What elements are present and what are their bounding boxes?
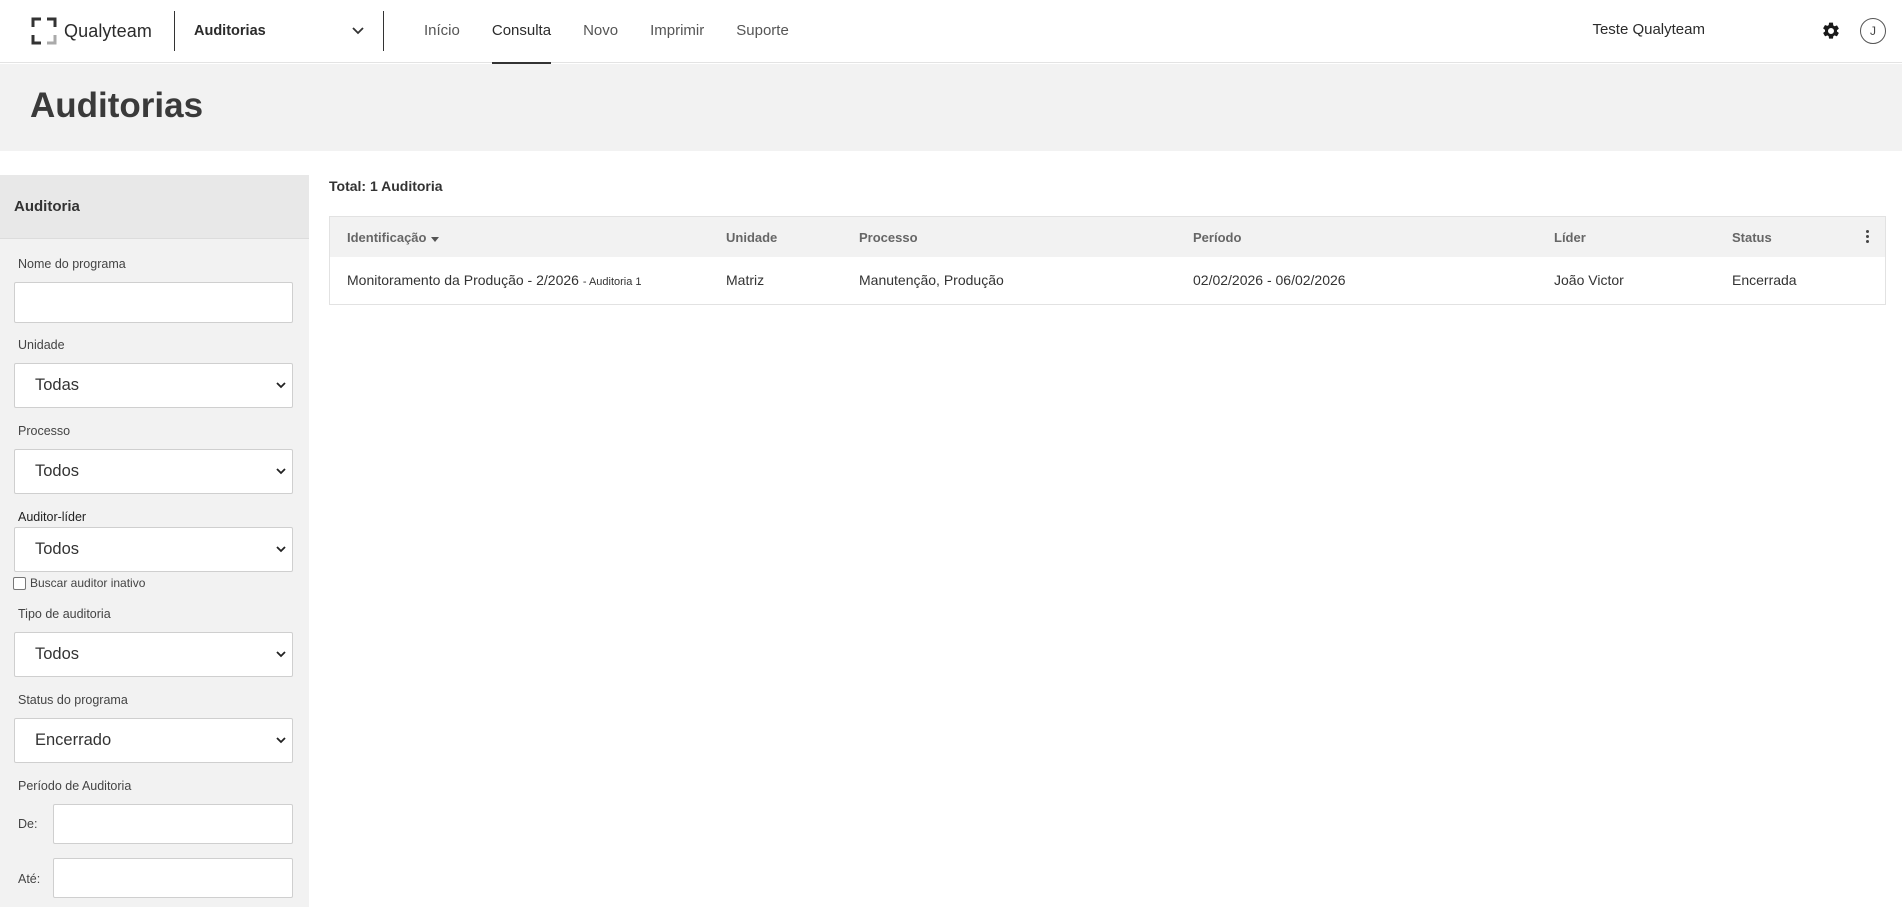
- nav-suporte[interactable]: Suporte: [736, 0, 789, 63]
- column-lider[interactable]: Líder: [1554, 230, 1586, 245]
- divider: [383, 11, 384, 51]
- nav-inicio[interactable]: Início: [424, 0, 460, 63]
- audit-period-label: Período de Auditoria: [18, 779, 132, 793]
- cell-period: 02/02/2026 - 06/02/2026: [1193, 272, 1346, 288]
- nav-novo[interactable]: Novo: [583, 0, 618, 63]
- column-identificacao[interactable]: Identificação: [347, 230, 426, 245]
- nav-consulta[interactable]: Consulta: [491, 0, 552, 64]
- column-unidade[interactable]: Unidade: [726, 230, 777, 245]
- chevron-down-icon: [276, 468, 286, 475]
- process-select-value: Todos: [35, 462, 80, 480]
- program-status-label: Status do programa: [18, 693, 128, 707]
- identification-sub: - Auditoria 1: [582, 276, 642, 288]
- process-label: Processo: [18, 424, 71, 438]
- module-label: Auditorias: [194, 23, 266, 39]
- kebab-menu-icon[interactable]: [1863, 230, 1871, 244]
- chevron-down-icon: [276, 737, 286, 744]
- results-table: Identificação Unidade Processo Período L…: [329, 216, 1886, 305]
- inactive-auditor-label: Buscar auditor inativo: [30, 576, 146, 590]
- table-header: Identificação Unidade Processo Período L…: [330, 217, 1885, 257]
- module-selector[interactable]: Auditorias: [194, 19, 364, 43]
- date-to-input[interactable]: [53, 858, 293, 898]
- process-select[interactable]: Todos: [14, 449, 293, 494]
- results-total: Total: 1 Auditoria: [329, 178, 443, 194]
- page-header: Auditorias: [0, 64, 1902, 151]
- program-name-label: Nome do programa: [18, 257, 126, 271]
- top-navbar: Qualyteam Auditorias Início Consulta Nov…: [0, 0, 1902, 64]
- lead-auditor-select[interactable]: Todos: [14, 527, 293, 572]
- column-status[interactable]: Status: [1732, 230, 1772, 245]
- gear-icon[interactable]: [1821, 21, 1841, 41]
- date-from-input[interactable]: [53, 804, 293, 844]
- audit-type-select-value: Todos: [35, 645, 80, 663]
- date-to-label: Até:: [18, 872, 41, 886]
- program-name-input[interactable]: [14, 282, 293, 323]
- cell-status: Encerrada: [1732, 272, 1797, 288]
- lead-auditor-label: Auditor-líder: [18, 510, 87, 524]
- unit-label: Unidade: [18, 338, 65, 352]
- page-title: Auditorias: [30, 86, 204, 125]
- lead-auditor-select-value: Todos: [35, 540, 80, 558]
- inactive-auditor-option[interactable]: Buscar auditor inativo: [13, 576, 145, 590]
- unit-select[interactable]: Todas: [14, 363, 293, 408]
- column-processo[interactable]: Processo: [859, 230, 918, 245]
- chevron-down-icon: [352, 27, 364, 35]
- nav-imprimir[interactable]: Imprimir: [650, 0, 704, 63]
- inactive-auditor-checkbox[interactable]: [13, 576, 26, 590]
- cell-unit: Matriz: [726, 272, 765, 288]
- program-status-select-value: Encerrado: [35, 731, 112, 749]
- cell-process: Manutenção, Produção: [859, 272, 1004, 288]
- cell-identification: Monitoramento da Produção - 2/2026 - Aud…: [347, 272, 642, 288]
- filter-sidebar: Auditoria Nome do programa Unidade Todas…: [0, 175, 309, 907]
- avatar[interactable]: J: [1860, 18, 1886, 44]
- filter-heading: Auditoria: [0, 175, 309, 239]
- divider: [174, 11, 175, 51]
- logo[interactable]: Qualyteam: [31, 17, 152, 45]
- chevron-down-icon: [276, 382, 286, 389]
- column-periodo[interactable]: Período: [1193, 230, 1241, 245]
- logo-text: Qualyteam: [64, 20, 152, 41]
- chevron-down-icon: [276, 546, 286, 553]
- unit-select-value: Todas: [35, 376, 80, 394]
- identification-text: Monitoramento da Produção - 2/2026: [347, 272, 579, 288]
- date-from-label: De:: [18, 817, 38, 831]
- cell-leader: João Victor: [1554, 272, 1624, 288]
- main-nav: Início Consulta Novo Imprimir Suporte: [424, 0, 821, 64]
- table-row[interactable]: Monitoramento da Produção - 2/2026 - Aud…: [330, 257, 1885, 305]
- sort-down-icon[interactable]: [431, 237, 439, 242]
- chevron-down-icon: [276, 651, 286, 658]
- bracket-logo-icon: [31, 17, 57, 45]
- program-status-select[interactable]: Encerrado: [14, 718, 293, 763]
- user-name[interactable]: Teste Qualyteam: [1592, 21, 1705, 38]
- audit-type-label: Tipo de auditoria: [18, 607, 111, 621]
- audit-type-select[interactable]: Todos: [14, 632, 293, 677]
